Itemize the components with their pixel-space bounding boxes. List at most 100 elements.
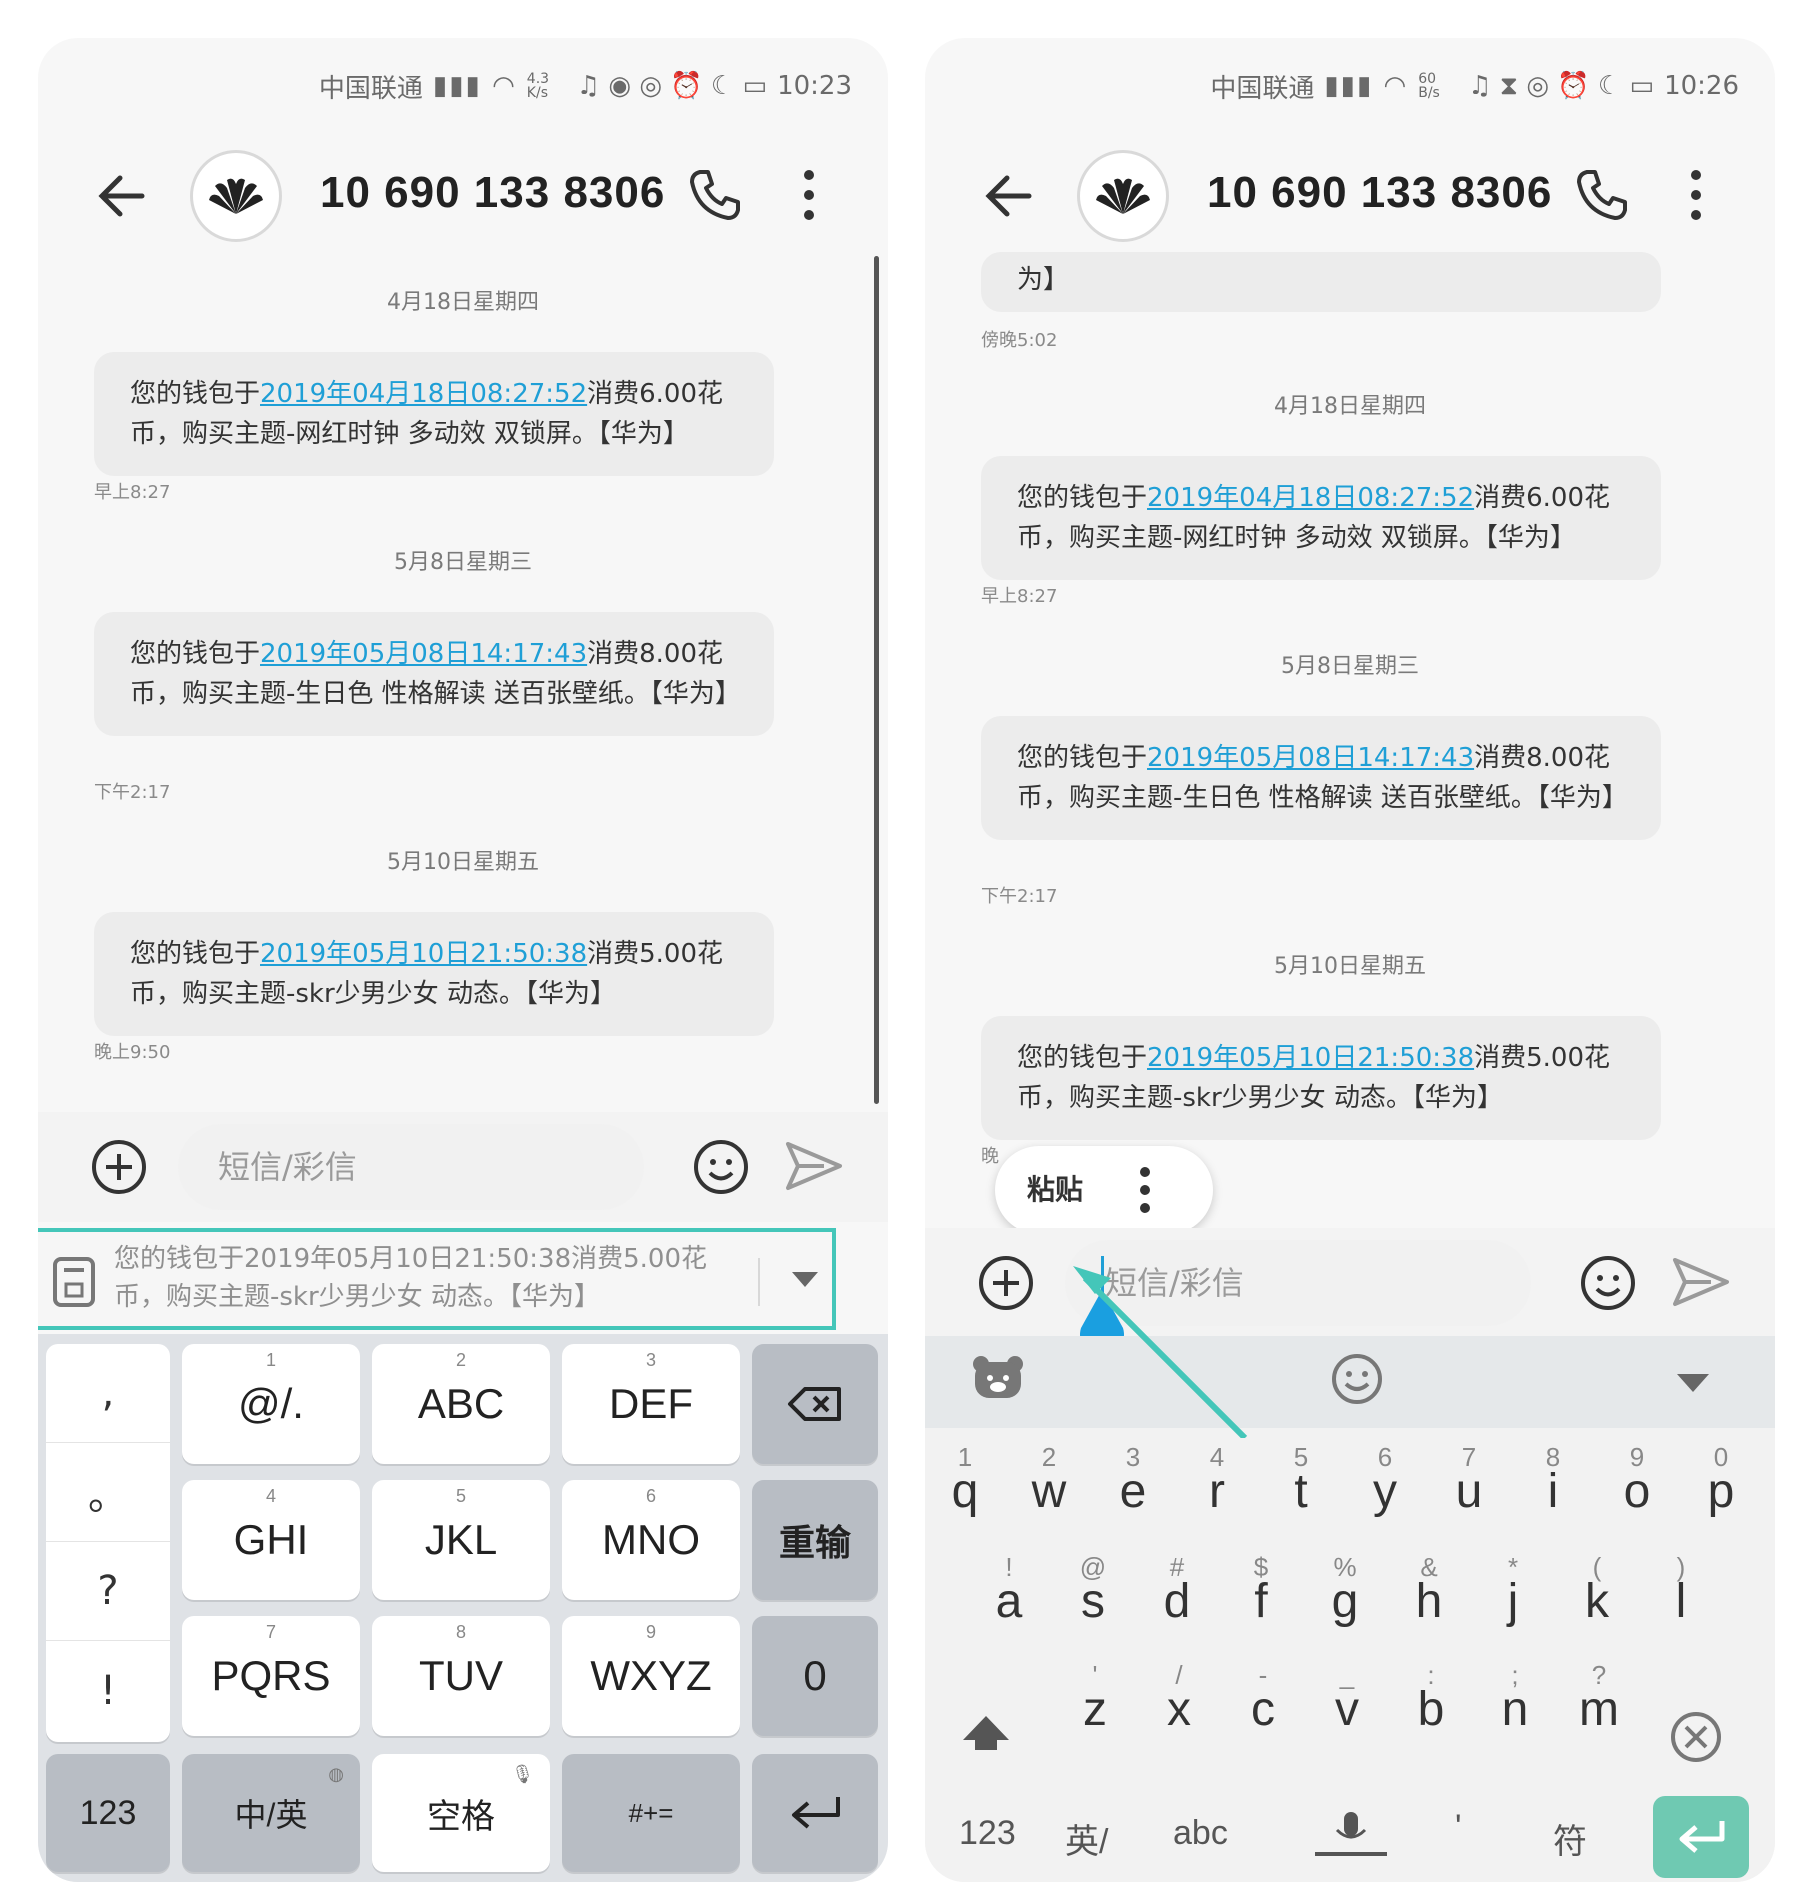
back-arrow-icon[interactable] (979, 166, 1039, 226)
phone-call-icon[interactable] (1573, 166, 1631, 224)
send-icon[interactable] (784, 1140, 844, 1192)
message-input[interactable]: 短信/彩信 (1065, 1240, 1531, 1326)
message-bubble[interactable]: 您的钱包于2019年05月10日21:50:38消费5.00花币，购买主题-sk… (981, 1016, 1661, 1140)
message-bubble[interactable]: 您的钱包于2019年05月08日14:17:43消费8.00花币，购买主题-生日… (981, 716, 1661, 840)
enter-key[interactable] (1653, 1796, 1749, 1878)
avatar[interactable] (190, 150, 282, 242)
symbol-key[interactable]: ! (46, 1641, 170, 1740)
phone-call-icon[interactable] (686, 166, 744, 224)
key-b[interactable]: :b (1391, 1656, 1471, 1756)
key-m[interactable]: ? m (1559, 1656, 1639, 1756)
key-o[interactable]: 9o (1597, 1438, 1677, 1538)
chevron-down-icon[interactable] (790, 1270, 820, 1290)
key-3[interactable]: 3 DEF (562, 1344, 740, 1464)
message-bubble[interactable]: 您的钱包于2019年04月18日08:27:52消费6.00花币，购买主题-网红… (981, 456, 1661, 580)
add-attachment-icon[interactable] (90, 1138, 148, 1196)
paste-button[interactable]: 粘贴 (1027, 1168, 1083, 1208)
message-bubble[interactable]: 您的钱包于2019年05月10日21:50:38消费5.00花币，购买主题-sk… (94, 912, 774, 1036)
back-arrow-icon[interactable] (92, 166, 152, 226)
date-separator: 5月10日星期五 (1274, 954, 1426, 979)
backspace-key[interactable] (752, 1344, 878, 1464)
key-x[interactable]: / x (1139, 1656, 1219, 1756)
emoji-icon[interactable] (1579, 1254, 1637, 1312)
key-v[interactable]: _ v (1307, 1656, 1387, 1756)
date-link[interactable]: 2019年04月18日08:27:52 (260, 379, 587, 409)
key-a[interactable]: ! a (969, 1548, 1049, 1648)
scrollbar[interactable] (874, 256, 879, 1104)
key-k[interactable]: (k (1557, 1548, 1637, 1648)
key-c[interactable]: -c (1223, 1656, 1303, 1756)
more-options-icon[interactable] (1137, 1164, 1153, 1216)
key-y[interactable]: 6y (1345, 1438, 1425, 1538)
numeric-key[interactable]: 123 (959, 1814, 1016, 1853)
key-d[interactable]: # d (1137, 1548, 1217, 1648)
key-7[interactable]: 7 PQRS (182, 1616, 360, 1736)
key-w[interactable]: 2w (1009, 1438, 1089, 1538)
key-t[interactable]: 5t (1261, 1438, 1341, 1538)
zero-key[interactable]: 0 (752, 1616, 878, 1736)
message-bubble[interactable]: 为】 (981, 252, 1661, 312)
symbol-key[interactable]: , (46, 1344, 170, 1443)
shift-icon[interactable] (961, 1714, 1011, 1752)
date-link[interactable]: 2019年04月18日08:27:52 (1147, 483, 1474, 513)
message-input[interactable]: 短信/彩信 (178, 1124, 644, 1210)
key-f[interactable]: $ f (1221, 1548, 1301, 1648)
key-l[interactable]: ) l (1641, 1548, 1721, 1648)
send-icon[interactable] (1671, 1256, 1731, 1308)
status-bar: 中国联通 ▮▮▮ ◠ 60 B/s ♫ ⧗ ◎ ⏰ ☾ ▭ 10:26 (1210, 66, 1739, 106)
date-link[interactable]: 2019年05月08日14:17:43 (260, 639, 587, 669)
key-q[interactable]: 1q (925, 1438, 1005, 1538)
contact-number: 10 690 133 8306 (320, 168, 666, 217)
avatar[interactable] (1077, 150, 1169, 242)
key-g[interactable]: % g (1305, 1548, 1385, 1648)
collapse-keyboard-icon[interactable] (1675, 1372, 1711, 1396)
voice-input-icon[interactable] (1311, 1804, 1391, 1864)
date-link[interactable]: 2019年05月08日14:17:43 (1147, 743, 1474, 773)
message-bubble[interactable]: 您的钱包于2019年04月18日08:27:52消费6.00花币，购买主题-网红… (94, 352, 774, 476)
key-z[interactable]: ' z (1055, 1656, 1135, 1756)
enter-key[interactable] (752, 1754, 878, 1872)
key-j[interactable]: * j (1473, 1548, 1553, 1648)
message-bubble[interactable]: 您的钱包于2019年05月08日14:17:43消费8.00花币，购买主题-生日… (94, 612, 774, 736)
punctuation-key[interactable]: ' (1455, 1808, 1462, 1847)
phone-screen-right: 中国联通 ▮▮▮ ◠ 60 B/s ♫ ⧗ ◎ ⏰ ☾ ▭ 10:26 10 6… (925, 38, 1775, 1882)
key-u[interactable]: 7u (1429, 1438, 1509, 1538)
reinput-key[interactable]: 重输 (752, 1480, 878, 1600)
key-s[interactable]: @ s (1053, 1548, 1133, 1648)
more-options-icon[interactable] (1683, 166, 1709, 224)
key-1[interactable]: 1 @/. (182, 1344, 360, 1464)
key-i[interactable]: 8i (1513, 1438, 1593, 1538)
space-key[interactable]: 空格 🎙 (372, 1754, 550, 1872)
delete-icon[interactable] (1669, 1710, 1723, 1764)
bear-icon[interactable] (971, 1354, 1025, 1402)
emoji-icon[interactable] (692, 1138, 750, 1196)
key-8[interactable]: 8 TUV (372, 1616, 550, 1736)
carrier-label: 中国联通 (318, 73, 423, 104)
date-link[interactable]: 2019年05月10日21:50:38 (1147, 1043, 1474, 1073)
key-5[interactable]: 5 JKL (372, 1480, 550, 1600)
clipboard-suggestion[interactable]: 您的钱包于2019年05月10日21:50:38消费5.00花币，购买主题-sk… (38, 1228, 836, 1330)
key-9[interactable]: 9 WXYZ (562, 1616, 740, 1736)
key-h[interactable]: & h (1389, 1548, 1469, 1648)
emoji-icon[interactable] (1330, 1352, 1384, 1406)
more-options-icon[interactable] (796, 166, 822, 224)
symbol-key[interactable]: 。 (46, 1443, 170, 1542)
language-switch-key[interactable]: 英/ (1065, 1814, 1108, 1863)
key-4[interactable]: 4 GHI (182, 1480, 360, 1600)
abc-key[interactable]: abc (1173, 1814, 1228, 1853)
key-6[interactable]: 6 MNO (562, 1480, 740, 1600)
key-p[interactable]: 0p (1681, 1438, 1761, 1538)
key-e[interactable]: 3e (1093, 1438, 1173, 1538)
language-switch-key[interactable]: 中/英 ◍ (182, 1754, 360, 1872)
add-attachment-icon[interactable] (977, 1254, 1035, 1312)
key-n[interactable]: ; n (1475, 1656, 1555, 1756)
huawei-logo-icon (1096, 178, 1150, 214)
symbols-key[interactable]: #+= (562, 1754, 740, 1872)
key-r[interactable]: 4r (1177, 1438, 1257, 1538)
numeric-key[interactable]: 123 (46, 1754, 170, 1872)
key-2[interactable]: 2 ABC (372, 1344, 550, 1464)
contact-number: 10 690 133 8306 (1207, 168, 1553, 217)
date-link[interactable]: 2019年05月10日21:50:38 (260, 939, 587, 969)
symbol-key[interactable]: ? (46, 1542, 170, 1641)
symbols-key[interactable]: 符 (1553, 1814, 1587, 1863)
